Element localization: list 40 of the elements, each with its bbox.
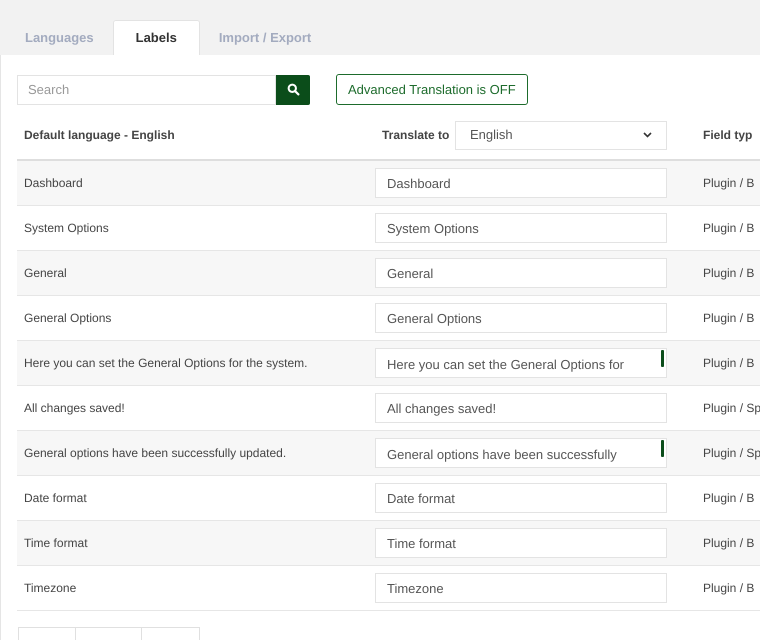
table-cell-text: Plugin / B bbox=[702, 175, 754, 192]
table-cell-text: All changes saved! bbox=[23, 400, 126, 417]
translation-field[interactable]: Date format bbox=[375, 483, 667, 513]
table-cell-text: Plugin / B bbox=[702, 580, 754, 597]
scrollbar-thumb[interactable] bbox=[661, 350, 664, 367]
scrollbar-thumb[interactable] bbox=[661, 440, 664, 457]
table-cell-text: Plugin / B bbox=[702, 355, 754, 372]
translation-field[interactable]: All changes saved! bbox=[375, 393, 667, 423]
column-header: Translate to bbox=[381, 127, 450, 143]
advanced-translation-button[interactable]: Advanced Translation is OFF bbox=[336, 74, 528, 105]
translation-field[interactable]: Timezone bbox=[375, 573, 667, 603]
table-cell-text: Timezone bbox=[23, 580, 78, 597]
translation-field[interactable]: General Options bbox=[375, 303, 667, 333]
table-cell-text: Plugin / B bbox=[702, 490, 754, 507]
table-cell-text: General options have been successfully updated. bbox=[23, 445, 288, 462]
translation-textarea[interactable]: General options have been successfully bbox=[375, 438, 667, 468]
table-cell-text: Plugin / B bbox=[702, 535, 754, 552]
language-select[interactable]: English bbox=[455, 120, 667, 150]
table-cell-text: Time format bbox=[23, 535, 89, 552]
table-cell-text: Here you can set the General Options for the system. bbox=[23, 355, 308, 372]
column-header: Field typ bbox=[702, 127, 752, 144]
table-cell-text: Dashboard bbox=[23, 175, 84, 192]
search-icon bbox=[286, 83, 300, 96]
translation-textarea[interactable]: Here you can set the General Options for bbox=[375, 348, 667, 378]
column-header: Default language - English bbox=[23, 127, 176, 144]
table-cell-text: Plugin / B bbox=[702, 310, 754, 327]
translation-field[interactable]: Time format bbox=[375, 528, 667, 558]
table-cell-text: General bbox=[23, 265, 68, 282]
translation-field[interactable]: Dashboard bbox=[375, 168, 667, 198]
translation-field[interactable]: System Options bbox=[375, 213, 667, 243]
tab[interactable]: Labels bbox=[112, 20, 200, 55]
translation-field[interactable]: General bbox=[375, 258, 667, 288]
table-cell-text: System Options bbox=[23, 220, 110, 237]
table-cell-text: General Options bbox=[23, 310, 112, 327]
table-cell-text: Plugin / B bbox=[702, 220, 754, 237]
chevron-down-icon bbox=[643, 132, 652, 138]
search-field[interactable]: Search bbox=[17, 74, 276, 104]
search-button[interactable] bbox=[276, 74, 310, 104]
table-cell-text: Date format bbox=[23, 490, 88, 507]
table-cell-text: Plugin / B bbox=[702, 265, 754, 282]
